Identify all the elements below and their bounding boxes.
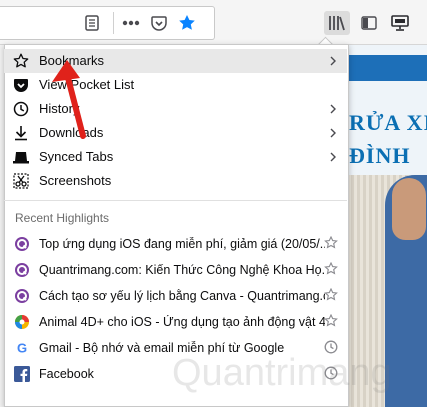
menu-item-screenshots[interactable]: Screenshots [4, 169, 347, 193]
site-q-icon [15, 289, 29, 303]
scissors-icon [13, 173, 29, 189]
chevron-right-icon [330, 128, 336, 138]
menu-item-label: Synced Tabs [39, 149, 114, 164]
star-icon[interactable] [324, 236, 338, 250]
page-actions-icon[interactable] [119, 11, 143, 35]
clock-icon [13, 101, 29, 117]
star-icon[interactable] [324, 288, 338, 302]
star-icon [13, 53, 29, 69]
highlight-item[interactable]: Cách tạo sơ yếu lý lịch bằng Canva - Qua… [4, 283, 347, 309]
chevron-right-icon [330, 56, 336, 66]
highlight-item[interactable]: Quantrimang.com: Kiến Thức Công Nghệ Kho… [4, 257, 347, 283]
sidebars-icon[interactable] [357, 11, 381, 35]
reader-view-icon[interactable] [80, 11, 104, 35]
highlight-label: Quantrimang.com: Kiến Thức Công Nghệ Kho… [39, 263, 325, 277]
toolbar-separator [113, 12, 114, 34]
facebook-icon [14, 366, 30, 382]
colorful-site-icon [15, 315, 29, 329]
chevron-right-icon [330, 104, 336, 114]
menu-item-label: Screenshots [39, 173, 112, 188]
site-q-icon [15, 237, 29, 251]
library-icon[interactable] [324, 11, 350, 35]
synced-screen-icon[interactable] [388, 11, 412, 35]
highlight-item[interactable]: Animal 4D+ cho iOS - Ứng dụng tạo ảnh độ… [4, 309, 347, 335]
highlight-label: Top ứng dụng iOS đang miễn phí, giảm giá… [39, 237, 325, 251]
star-icon[interactable] [324, 314, 338, 328]
page-heading-line2: ĐÌNH [349, 143, 411, 168]
pocket-icon[interactable] [147, 11, 171, 35]
page-heading-line1: RỬA XI [349, 110, 427, 135]
star-icon[interactable] [324, 262, 338, 276]
chevron-right-icon [330, 152, 336, 162]
download-icon [13, 125, 29, 141]
google-icon: G [14, 340, 30, 356]
menu-item-synced-tabs[interactable]: Synced Tabs [4, 145, 347, 169]
red-annotation-arrow [52, 60, 86, 139]
page-banner-bar [349, 55, 427, 81]
page-photo-face [392, 178, 426, 240]
svg-text:G: G [17, 341, 27, 356]
synced-tabs-icon [13, 149, 29, 165]
menu-separator [4, 200, 347, 201]
pocket-icon [13, 77, 29, 93]
bookmark-star-icon[interactable] [175, 11, 199, 35]
recent-highlights-title: Recent Highlights [15, 211, 110, 225]
highlight-label: Animal 4D+ cho iOS - Ứng dụng tạo ảnh độ… [39, 315, 325, 329]
site-q-icon [15, 263, 29, 277]
watermark: Quantrimang [172, 352, 392, 394]
highlight-label: Cách tạo sơ yếu lý lịch bằng Canva - Qua… [39, 289, 325, 303]
highlight-item[interactable]: Top ứng dụng iOS đang miễn phí, giảm giá… [4, 231, 347, 257]
